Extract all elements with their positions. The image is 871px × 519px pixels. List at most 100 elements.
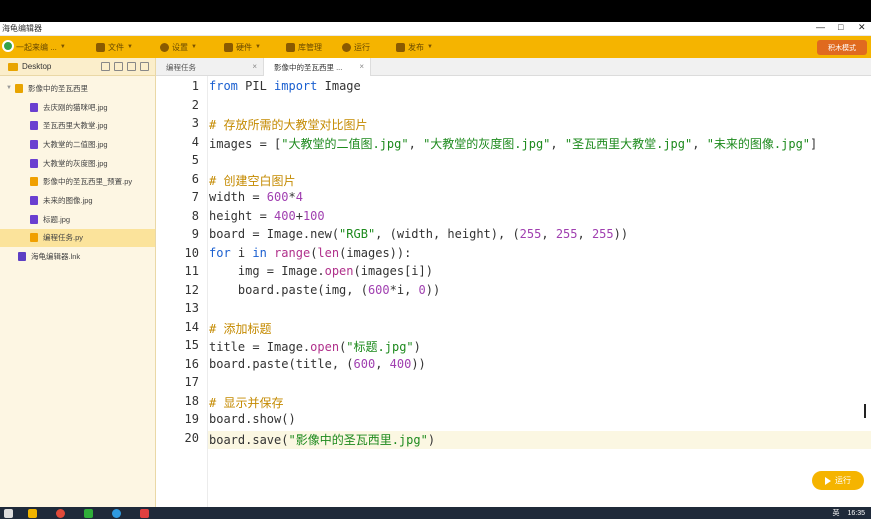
collapse-icon[interactable] xyxy=(140,62,149,71)
code-token: (images)): xyxy=(339,245,412,260)
file-explorer-icon[interactable] xyxy=(28,509,37,518)
app-icon[interactable] xyxy=(140,509,149,518)
code-token: Image xyxy=(317,79,361,93)
python-file-icon xyxy=(30,177,38,187)
file-tree: ▼ 影像中的圣瓦西里 去庆刚的猫咪吧.jpg 圣瓦西里大教堂.jpg 大教堂的二… xyxy=(0,76,155,266)
code-line[interactable]: board.paste(img, (600*i, 0)) xyxy=(208,283,440,301)
code-token: board.paste(img, ( xyxy=(209,282,368,297)
line-number: 3 xyxy=(191,116,199,130)
code-token: board.show() xyxy=(209,412,296,426)
close-button[interactable]: ✕ xyxy=(858,22,866,33)
code-line[interactable]: board.paste(title, (600, 400)) xyxy=(208,357,426,375)
turtle-editor-icon[interactable] xyxy=(112,509,121,518)
tab-programming-task[interactable]: 编程任务 × xyxy=(156,58,263,76)
new-file-icon[interactable] xyxy=(101,62,110,71)
tree-folder[interactable]: ▼ 影像中的圣瓦西里 xyxy=(0,79,155,98)
folder-icon xyxy=(96,42,105,52)
code-token: # 显示并保存 xyxy=(209,395,284,410)
app-logo-icon xyxy=(2,40,14,52)
close-icon[interactable]: × xyxy=(252,62,257,71)
line-number: 20 xyxy=(184,430,199,445)
code-line[interactable]: # 创建空白图片 xyxy=(208,172,295,190)
menu-library[interactable]: 库管理 xyxy=(286,40,322,54)
block-mode-button[interactable]: 积木模式 xyxy=(817,40,867,55)
tree-file[interactable]: 大教堂的二值图.jpg xyxy=(0,135,155,154)
explorer-header[interactable]: Desktop xyxy=(0,58,155,76)
code-line[interactable]: title = Image.open("标题.jpg") xyxy=(208,338,421,356)
line-number: 4 xyxy=(191,134,199,149)
code-line[interactable]: board = Image.new("RGB", (width, height)… xyxy=(208,227,628,245)
code-editor[interactable]: 1 2 3 4 5 6 7 8 9 10 11 12 13 14 15 16 17 18 19 20 from PIL… xyxy=(156,76,871,507)
start-icon[interactable] xyxy=(4,509,13,518)
code-line[interactable]: board.show() xyxy=(208,412,296,430)
code-line[interactable] xyxy=(208,375,209,393)
run-button[interactable]: 运行 xyxy=(812,471,864,490)
image-file-icon xyxy=(30,158,38,168)
code-token: # 创建空白图片 xyxy=(209,173,296,188)
app-icon[interactable] xyxy=(84,509,93,518)
line-number: 18 xyxy=(184,393,199,408)
tree-file[interactable]: 标题.jpg xyxy=(0,210,155,229)
code-token: 600 xyxy=(367,282,390,297)
code-line[interactable] xyxy=(208,98,209,116)
code-line[interactable]: for i in range(len(images)): xyxy=(208,246,411,264)
menu-run[interactable]: 运行 xyxy=(342,40,370,54)
code-token: *i, xyxy=(389,282,419,297)
code-line[interactable] xyxy=(208,301,209,319)
block-mode-label: 积木模式 xyxy=(828,44,856,52)
image-file-icon xyxy=(30,121,38,131)
code-token: board.save( xyxy=(209,432,289,447)
tree-file-selected[interactable]: 编程任务.py xyxy=(0,228,155,248)
caret-down-icon: ▼ xyxy=(6,85,12,92)
tab-label: 编程任务 xyxy=(166,62,196,72)
explorer-toolbar xyxy=(101,62,149,71)
menu-publish[interactable]: 发布 ▼ xyxy=(396,40,433,54)
code-line[interactable]: # 添加标题 xyxy=(208,320,271,338)
tab-active-file[interactable]: 影像中的圣瓦西里 ... × xyxy=(263,58,371,76)
input-lang[interactable]: 英 xyxy=(832,508,839,518)
code-token: 600 xyxy=(353,356,376,371)
line-number: 6 xyxy=(191,171,199,186)
tree-file-label: 影像中的圣瓦西里_预置.py xyxy=(43,177,133,187)
code-token: , xyxy=(577,227,592,241)
code-token: "影像中的圣瓦西里.jpg" xyxy=(288,432,428,447)
chevron-down-icon: ▼ xyxy=(191,44,197,50)
code-line[interactable] xyxy=(208,153,209,171)
code-line[interactable]: width = 600*4 xyxy=(208,190,303,208)
code-token: ) xyxy=(427,432,436,447)
code-token: 255 xyxy=(519,227,542,241)
menu-settings-label: 设置 xyxy=(172,42,188,52)
code-token: # 存放所需的大教堂对比图片 xyxy=(209,118,368,132)
minimize-button[interactable]: — xyxy=(816,22,825,32)
menu-settings[interactable]: 设置 ▼ xyxy=(160,40,197,54)
menu-hardware[interactable]: 硬件 ▼ xyxy=(224,40,261,54)
menu-file[interactable]: 文件 ▼ xyxy=(96,40,133,54)
account-menu[interactable]: 一起来编 ... ▼ xyxy=(16,40,66,54)
tree-file[interactable]: 去庆刚的猫咪吧.jpg xyxy=(0,98,155,117)
tree-file[interactable]: 大教堂的灰度图.jpg xyxy=(0,154,155,173)
tree-file[interactable]: 海龟编辑器.lnk xyxy=(0,247,155,266)
clock[interactable]: 16:35 xyxy=(847,510,865,517)
code-line[interactable]: board.save("影像中的圣瓦西里.jpg") xyxy=(208,430,871,449)
shortcut-file-icon xyxy=(18,252,26,262)
tree-file[interactable]: 圣瓦西里大教堂.jpg xyxy=(0,116,155,135)
browser-icon[interactable] xyxy=(56,509,65,518)
code-line[interactable]: # 显示并保存 xyxy=(208,394,283,412)
code-token: board = Image.new( xyxy=(209,227,340,241)
close-icon[interactable]: × xyxy=(359,62,364,71)
code-line[interactable]: # 存放所需的大教堂对比图片 xyxy=(208,116,367,134)
menu-publish-label: 发布 xyxy=(408,42,424,52)
maximize-button[interactable]: □ xyxy=(838,22,843,32)
code-line[interactable]: from PIL import Image xyxy=(208,79,361,97)
tree-file[interactable]: 未来的图像.jpg xyxy=(0,191,155,210)
play-icon xyxy=(825,476,831,485)
new-folder-icon[interactable] xyxy=(114,62,123,71)
menu-file-label: 文件 xyxy=(108,42,124,52)
os-taskbar: 英 16:35 xyxy=(0,507,871,519)
code-line[interactable]: img = Image.open(images[i]) xyxy=(208,264,433,282)
refresh-icon[interactable] xyxy=(127,62,136,71)
tree-file[interactable]: 影像中的圣瓦西里_预置.py xyxy=(0,172,155,191)
code-line[interactable]: height = 400+100 xyxy=(208,209,325,227)
code-line[interactable]: images = ["大教堂的二值图.jpg", "大教堂的灰度图.jpg", … xyxy=(208,135,817,153)
